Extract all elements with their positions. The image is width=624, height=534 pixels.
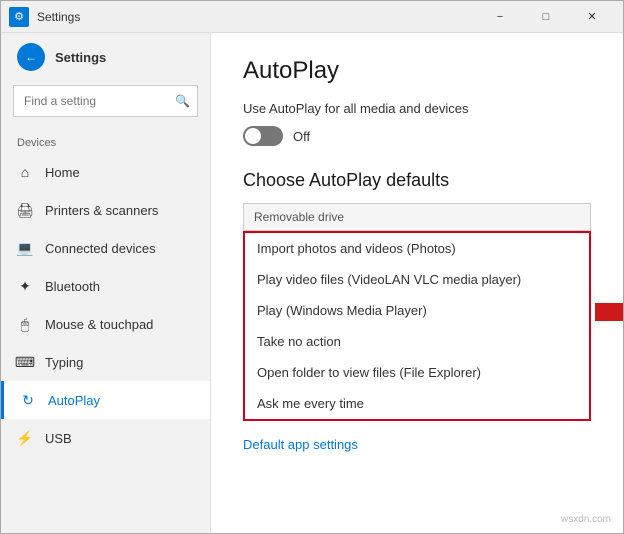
autoplay-toggle[interactable] xyxy=(243,126,283,146)
minimize-button[interactable]: − xyxy=(477,1,523,33)
toggle-label: Off xyxy=(293,129,310,144)
back-icon: ← xyxy=(25,50,37,64)
printers-icon: 🖨 xyxy=(17,202,33,218)
content-area: AutoPlay Use AutoPlay for all media and … xyxy=(211,33,623,533)
sidebar-section-label: Devices xyxy=(1,129,210,153)
sidebar-item-usb[interactable]: ⚡ USB xyxy=(1,419,210,457)
sidebar-header: ← Settings xyxy=(1,33,210,81)
page-title: AutoPlay xyxy=(243,57,591,85)
typing-icon: ⌨ xyxy=(17,354,33,370)
mouse-icon: 🖱 xyxy=(17,316,33,332)
watermark: wsxdn.com xyxy=(561,514,611,525)
toggle-row: Off xyxy=(243,126,591,146)
sidebar-item-bluetooth[interactable]: ✦ Bluetooth xyxy=(1,267,210,305)
close-button[interactable]: ✕ xyxy=(569,1,615,33)
option-play-wmp[interactable]: Play (Windows Media Player) xyxy=(245,295,589,326)
sidebar-item-label-printers: Printers & scanners xyxy=(45,203,158,218)
connected-devices-icon: 💻 xyxy=(17,240,33,256)
main-layout: ← Settings 🔍 Devices ⌂ Home 🖨 Printers &… xyxy=(1,33,623,533)
option-play-video[interactable]: Play video files (VideoLAN VLC media pla… xyxy=(245,264,589,295)
sidebar-item-typing[interactable]: ⌨ Typing xyxy=(1,343,210,381)
back-button[interactable]: ← xyxy=(17,43,45,71)
sidebar-item-printers[interactable]: 🖨 Printers & scanners xyxy=(1,191,210,229)
sidebar-item-label-typing: Typing xyxy=(45,355,83,370)
autoplay-description: Use AutoPlay for all media and devices xyxy=(243,101,591,116)
sidebar-item-label-mouse: Mouse & touchpad xyxy=(45,317,153,332)
option-ask-me[interactable]: Ask me every time xyxy=(245,388,589,419)
sidebar-item-connected-devices[interactable]: 💻 Connected devices xyxy=(1,229,210,267)
options-list: Import photos and videos (Photos)Play vi… xyxy=(245,233,589,419)
default-app-link[interactable]: Default app settings xyxy=(243,437,358,452)
sidebar-item-label-home: Home xyxy=(45,165,80,180)
search-icon: 🔍 xyxy=(175,94,190,108)
window-title: Settings xyxy=(37,10,477,24)
titlebar: ⚙ Settings − □ ✕ xyxy=(1,1,623,33)
option-import-photos[interactable]: Import photos and videos (Photos) xyxy=(245,233,589,264)
sidebar-item-label-autoplay: AutoPlay xyxy=(48,393,100,408)
bluetooth-icon: ✦ xyxy=(17,278,33,294)
sidebar-item-mouse[interactable]: 🖱 Mouse & touchpad xyxy=(1,305,210,343)
defaults-section-title: Choose AutoPlay defaults xyxy=(243,170,591,191)
red-arrow xyxy=(595,294,623,330)
sidebar-item-label-bluetooth: Bluetooth xyxy=(45,279,100,294)
sidebar-item-label-connected-devices: Connected devices xyxy=(45,241,156,256)
maximize-button[interactable]: □ xyxy=(523,1,569,33)
dropdown-box: Import photos and videos (Photos)Play vi… xyxy=(243,231,591,421)
sidebar: ← Settings 🔍 Devices ⌂ Home 🖨 Printers &… xyxy=(1,33,211,533)
option-no-action[interactable]: Take no action xyxy=(245,326,589,357)
autoplay-icon: ↻ xyxy=(20,392,36,408)
sidebar-app-title: Settings xyxy=(55,50,106,65)
sidebar-item-home[interactable]: ⌂ Home xyxy=(1,153,210,191)
home-icon: ⌂ xyxy=(17,164,33,180)
search-box: 🔍 xyxy=(13,85,198,117)
sidebar-items: ⌂ Home 🖨 Printers & scanners 💻 Connected… xyxy=(1,153,210,457)
usb-icon: ⚡ xyxy=(17,430,33,446)
sidebar-item-label-usb: USB xyxy=(45,431,72,446)
dropdown-container: Removable drive Import photos and videos… xyxy=(243,203,591,421)
arrow-body xyxy=(595,303,623,321)
window-controls: − □ ✕ xyxy=(477,1,615,33)
dropdown-header[interactable]: Removable drive xyxy=(243,203,591,231)
app-icon: ⚙ xyxy=(9,7,29,27)
option-open-folder[interactable]: Open folder to view files (File Explorer… xyxy=(245,357,589,388)
sidebar-item-autoplay[interactable]: ↻ AutoPlay xyxy=(1,381,210,419)
settings-window: ⚙ Settings − □ ✕ ← Settings 🔍 Devices xyxy=(0,0,624,534)
search-input[interactable] xyxy=(13,85,198,117)
